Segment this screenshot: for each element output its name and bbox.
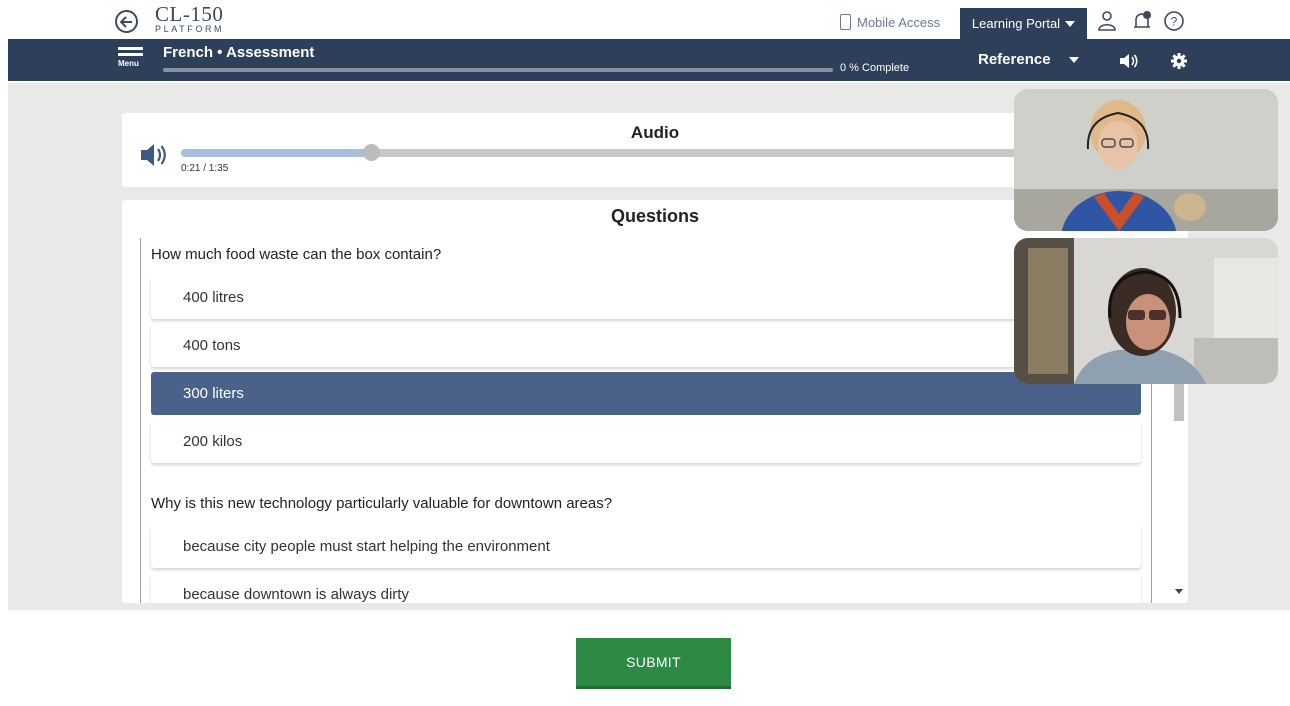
play-audio-icon[interactable]	[139, 141, 169, 169]
logo-title: CL-150	[155, 2, 224, 26]
participant-video-image	[1014, 89, 1278, 231]
submit-button[interactable]: SUBMIT	[576, 638, 731, 689]
hamburger-icon	[118, 47, 143, 50]
scroll-down-arrow-icon[interactable]	[1175, 589, 1183, 594]
reference-dropdown[interactable]: Reference	[978, 51, 1079, 68]
gear-icon[interactable]	[1168, 50, 1190, 72]
menu-label: Menu	[118, 59, 139, 68]
audio-time: 0:21 / 1:35	[181, 163, 229, 174]
learning-portal-dropdown[interactable]: Learning Portal	[960, 8, 1087, 39]
menu-button[interactable]: Menu	[118, 47, 146, 68]
answer-option-selected[interactable]: 300 liters	[151, 372, 1141, 415]
phone-icon	[840, 14, 851, 30]
video-tile-participant-2[interactable]	[1014, 238, 1278, 384]
reference-label: Reference	[978, 51, 1051, 68]
learning-portal-label: Learning Portal	[971, 16, 1061, 31]
user-icon[interactable]	[1095, 9, 1119, 33]
question-text: How much food waste can the box contain?	[151, 246, 442, 263]
scrollbar-thumb[interactable]	[1174, 383, 1184, 421]
help-icon[interactable]: ?	[1162, 9, 1186, 33]
logo-subtitle: PLATFORM	[155, 24, 225, 34]
answer-option[interactable]: 400 litres	[151, 276, 1141, 319]
audio-seek-bar[interactable]	[181, 144, 1041, 161]
mobile-access-link[interactable]: Mobile Access	[840, 12, 940, 32]
audio-seek-handle[interactable]	[363, 144, 381, 161]
mobile-access-label: Mobile Access	[857, 14, 941, 30]
answer-option[interactable]: 200 kilos	[151, 420, 1141, 463]
question-text: Why is this new technology particularly …	[151, 495, 613, 512]
bell-icon[interactable]	[1130, 9, 1154, 33]
participant-video-image	[1014, 238, 1278, 384]
course-title: French • Assessment	[163, 44, 315, 61]
volume-icon[interactable]	[1118, 50, 1140, 72]
course-progress-bar	[163, 68, 833, 72]
svg-text:?: ?	[1171, 15, 1178, 29]
caret-down-icon	[1065, 20, 1076, 27]
answer-option[interactable]: 400 tons	[151, 324, 1141, 367]
top-bar: CL-150 PLATFORM Mobile Access Learning P…	[8, 4, 1290, 39]
logo[interactable]: CL-150 PLATFORM	[155, 2, 225, 35]
video-tile-participant-1[interactable]	[1014, 89, 1278, 231]
progress-text: 0 % Complete	[840, 62, 910, 74]
audio-seek-fill	[181, 149, 372, 157]
answer-option[interactable]: because city people must start helping t…	[151, 525, 1141, 568]
back-arrow-icon[interactable]	[115, 10, 138, 33]
questions-list: How much food waste can the box contain?…	[140, 238, 1152, 603]
answer-option[interactable]: because downtown is always dirty	[151, 573, 1141, 603]
course-header: Menu French • Assessment 0 % Complete Re…	[8, 39, 1290, 81]
caret-down-icon	[1068, 56, 1079, 63]
